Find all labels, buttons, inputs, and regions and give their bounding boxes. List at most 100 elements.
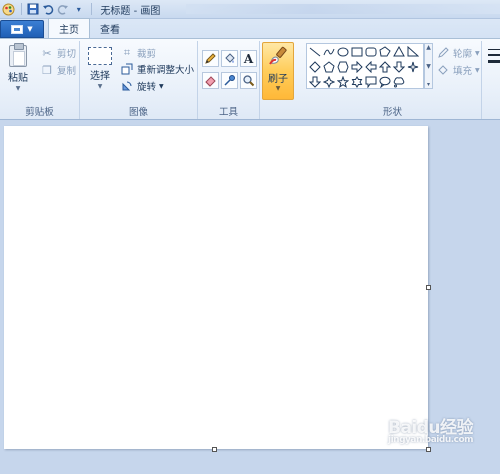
diamond-shape-icon[interactable]	[308, 60, 322, 74]
four-point-star-shape-icon[interactable]	[406, 60, 420, 74]
cut-button[interactable]: ✂ 剪切	[40, 46, 77, 61]
brushes-button[interactable]: 刷子 ▼	[262, 42, 294, 100]
polygon-shape-icon[interactable]	[378, 45, 392, 59]
select-button[interactable]: 选择 ▼	[88, 47, 112, 90]
scroll-up-icon[interactable]: ▲	[426, 44, 431, 51]
hexagon-shape-icon[interactable]	[336, 60, 350, 74]
outline-button[interactable]: 轮廓 ▼	[436, 46, 480, 60]
tools-group: A 工具	[198, 41, 260, 119]
customize-qat-icon[interactable]: ▾	[72, 2, 85, 16]
chevron-down-icon: ▼	[97, 83, 103, 90]
fill-button[interactable]: 填充 ▼	[436, 63, 480, 77]
up-arrow-shape-icon[interactable]	[378, 60, 392, 74]
brushes-label: 刷子	[268, 74, 288, 85]
outline-label: 轮廓	[453, 49, 473, 60]
shapes-gallery-scrollbar[interactable]: ▲ ▼ ▾	[424, 43, 433, 89]
chevron-down-icon: ▼	[275, 85, 281, 92]
window-title: 无标题 - 画图	[100, 5, 161, 17]
copy-label: 复制	[57, 66, 77, 77]
rect-callout-shape-icon[interactable]	[364, 75, 378, 89]
color-picker-icon[interactable]	[221, 72, 238, 89]
down-arrow-shape-icon[interactable]	[308, 75, 322, 89]
scroll-down-icon[interactable]: ▼	[426, 63, 431, 70]
clipboard-group-label: 剪贴板	[25, 107, 54, 118]
crop-label: 裁剪	[137, 49, 157, 60]
paste-label: 粘贴	[8, 73, 28, 84]
paste-button[interactable]: 粘贴 ▼	[8, 43, 28, 92]
watermark-subtext: jingyan.baidu.com	[388, 435, 474, 445]
outline-pen-icon	[436, 46, 450, 60]
qat-separator	[21, 3, 23, 15]
brushes-group: 刷子 ▼	[260, 41, 302, 119]
shapes-group: ▲ ▼ ▾ 轮廓 ▼ 填充 ▼ 形状	[304, 41, 482, 119]
resize-handle-right[interactable]	[426, 285, 431, 290]
select-label: 选择	[90, 71, 110, 82]
heart-shape-icon[interactable]	[406, 75, 420, 89]
shapes-group-label: 形状	[382, 107, 402, 118]
cut-label: 剪切	[57, 49, 77, 60]
fill-label: 填充	[453, 66, 473, 77]
line-shape-icon[interactable]	[308, 45, 322, 59]
chevron-down-icon: ▼	[159, 82, 164, 90]
image-group-label: 图像	[128, 107, 148, 118]
oval-shape-icon[interactable]	[336, 45, 350, 59]
paint-menu-button[interactable]: ▼	[0, 20, 44, 38]
tab-home[interactable]: 主页	[48, 18, 90, 38]
baidu-watermark: Baidu经验 jingyan.baidu.com	[388, 413, 474, 445]
clipboard-icon	[9, 43, 27, 67]
ribbon-tab-row: ▼ 主页 查看	[0, 18, 500, 38]
cloud-callout-shape-icon[interactable]	[392, 75, 406, 89]
curve-shape-icon[interactable]	[322, 45, 336, 59]
resize-label: 重新调整大小	[137, 65, 195, 76]
title-bar-blur	[186, 4, 500, 14]
resize-handle-corner[interactable]	[426, 447, 431, 452]
tools-group-label: 工具	[218, 107, 238, 118]
paint-menu-icon	[11, 24, 24, 34]
undo-icon[interactable]	[42, 2, 55, 16]
copy-button[interactable]: ❐ 复制	[40, 63, 77, 78]
size-button[interactable]	[488, 47, 500, 69]
rectangle-shape-icon[interactable]	[350, 45, 364, 59]
fill-bucket-icon[interactable]	[221, 50, 238, 67]
chevron-down-icon: ▼	[475, 49, 480, 57]
crop-icon: ⌗	[123, 46, 131, 59]
magnifier-icon[interactable]	[240, 72, 257, 89]
gallery-expand-icon[interactable]: ▾	[427, 81, 430, 88]
tab-view[interactable]: 查看	[90, 19, 130, 38]
chevron-down-icon: ▼	[15, 85, 21, 92]
shapes-gallery	[306, 43, 424, 89]
brush-icon	[269, 46, 287, 65]
right-arrow-shape-icon[interactable]	[350, 60, 364, 74]
eraser-icon[interactable]	[202, 72, 219, 89]
text-tool-icon[interactable]: A	[240, 50, 257, 67]
resize-handle-bottom[interactable]	[212, 447, 217, 452]
pencil-icon[interactable]	[202, 50, 219, 67]
oval-callout-shape-icon[interactable]	[378, 75, 392, 89]
paint-app-icon[interactable]	[2, 2, 15, 16]
six-point-star-shape-icon[interactable]	[350, 75, 364, 89]
tools-grid: A	[202, 50, 257, 89]
triangle-shape-icon[interactable]	[392, 45, 406, 59]
text-tool-glyph: A	[243, 51, 254, 66]
drawing-canvas[interactable]	[4, 126, 428, 449]
save-icon[interactable]	[26, 2, 39, 16]
title-bar: ▾ 无标题 - 画图	[0, 0, 500, 19]
pentagon-shape-icon[interactable]	[322, 60, 336, 74]
qat-separator	[91, 3, 93, 15]
redo-icon[interactable]	[57, 2, 70, 16]
clipboard-group: 粘贴 ▼ ✂ 剪切 ❐ 复制 剪贴板	[0, 41, 80, 119]
down-arrow-shape-icon[interactable]	[392, 60, 406, 74]
rounded-rectangle-shape-icon[interactable]	[364, 45, 378, 59]
rotate-icon	[120, 79, 134, 93]
five-point-star-shape-icon[interactable]	[336, 75, 350, 89]
chevron-down-icon: ▼	[27, 25, 33, 33]
resize-button[interactable]: 重新调整大小	[120, 62, 194, 76]
shapes-grid	[307, 44, 423, 90]
right-triangle-shape-icon[interactable]	[406, 45, 420, 59]
rotate-button[interactable]: 旋转 ▼	[120, 79, 164, 93]
line-width-icon	[488, 49, 500, 63]
image-group: 选择 ▼ ⌗ 裁剪 重新调整大小 旋转 ▼ 图像	[80, 41, 198, 119]
crop-button[interactable]: ⌗ 裁剪	[120, 46, 156, 60]
four-point-star-shape-icon[interactable]	[322, 75, 336, 89]
left-arrow-shape-icon[interactable]	[364, 60, 378, 74]
